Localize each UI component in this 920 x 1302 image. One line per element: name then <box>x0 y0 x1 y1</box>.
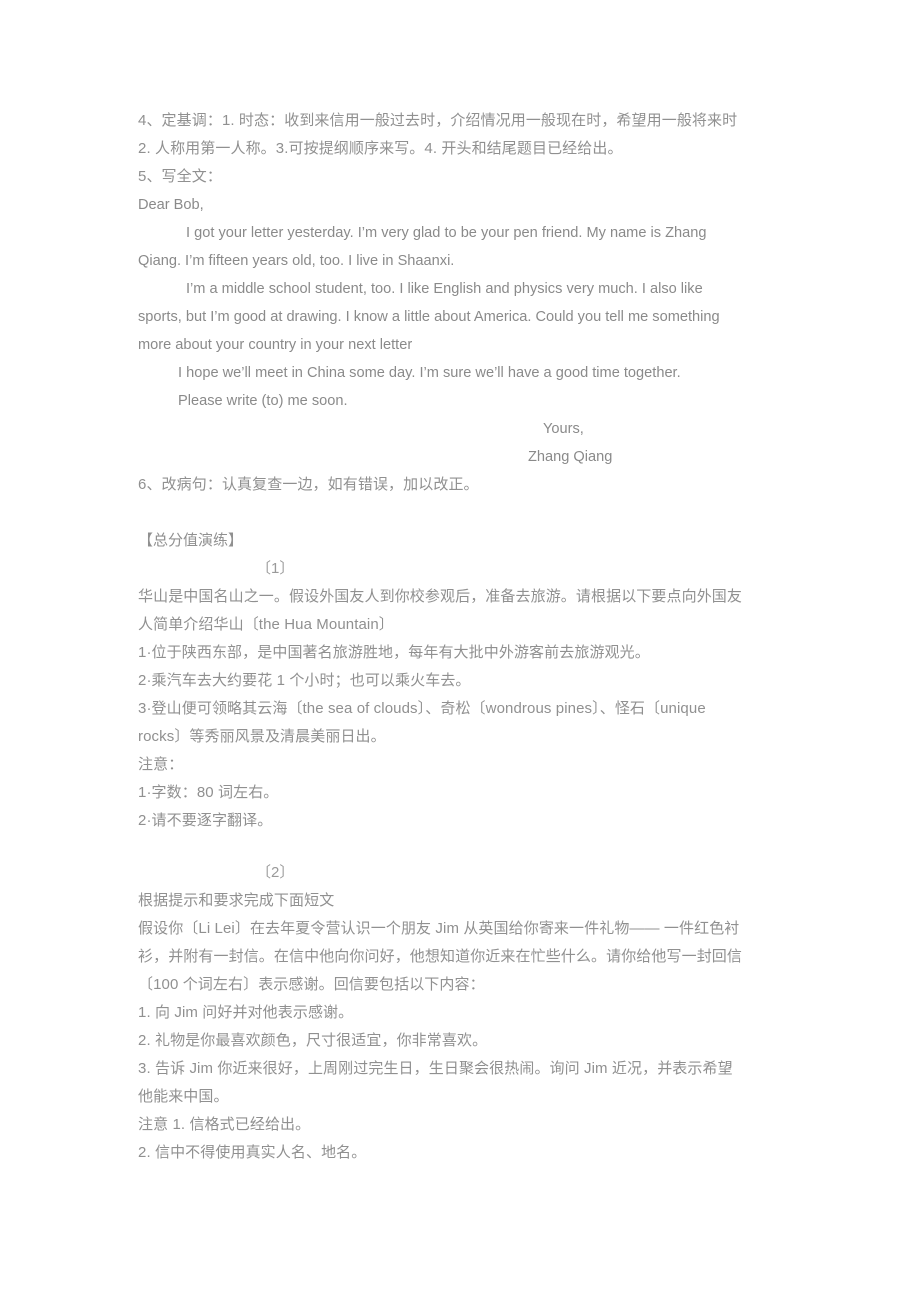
letter-para1-line1: I got your letter yesterday. I’m very gl… <box>186 225 707 241</box>
practice-heading: 【总分值演练】 <box>138 532 244 549</box>
proofreading-line: 6、改病句：认真复查一边，如有错误，加以改正。 <box>138 476 479 493</box>
letter-signature: Zhang Qiang <box>528 449 613 465</box>
exercise-2-body-line-1: 假设你〔Li Lei〕在去年夏令营认识一个朋友 Jim 从英国给你寄来一件礼物—… <box>138 920 740 937</box>
section-proofreading: 6、改病句：认真复查一边，如有错误，加以改正。 <box>138 471 920 499</box>
exercise-2-item-3-line-2: 他能来中国。 <box>138 1088 229 1105</box>
tips-line-2: 2. 人称用第一人称。3.可按提纲顺序来写。4. 开头和结尾题目已经给出。 <box>138 140 623 157</box>
exercise-2-body-line-2: 衫，并附有一封信。在信中他向你问好，他想知道你近来在忙些什么。请你给他写一封回信 <box>138 948 743 965</box>
tips-line-1: 4、定基调：1. 时态：收到来信用一般过去时，介绍情况用一般现在时，希望用一般将… <box>138 112 738 129</box>
exercise-2-body-line-2-row: 衫，并附有一封信。在信中他向你问好，他想知道你近来在忙些什么。请你给他写一封回信 <box>138 943 920 971</box>
exercise-1-point-2: 2·乘汽车去大约要花 1 个小时；也可以乘火车去。 <box>138 672 471 689</box>
section-writing-tips: 4、定基调：1. 时态：收到来信用一般过去时，介绍情况用一般现在时，希望用一般将… <box>138 107 920 191</box>
exercise-2-item-1: 1. 向 Jim 问好并对他表示感谢。 <box>138 1004 354 1021</box>
exercise-1-marker: 〔1〕 <box>256 560 295 577</box>
exercise-1-notes-label: 注意： <box>138 756 184 773</box>
document-page: 4、定基调：1. 时态：收到来信用一般过去时，介绍情况用一般现在时，希望用一般将… <box>0 0 920 1302</box>
letter-para2-line1: I’m a middle school student, too. I like… <box>186 281 703 297</box>
letter-para2-line3: more about your country in your next let… <box>138 337 413 353</box>
exercise-1-note-2: 2·请不要逐字翻译。 <box>138 812 273 829</box>
document-content: 4、定基调：1. 时态：收到来信用一般过去时，介绍情况用一般现在时，希望用一般将… <box>138 107 920 1167</box>
exercise-2-instruction: 根据提示和要求完成下面短文 <box>138 892 335 909</box>
letter-para4: Please write (to) me soon. <box>178 393 348 409</box>
exercise-2-item-2: 2. 礼物是你最喜欢颜色，尺寸很适宜，你非常喜欢。 <box>138 1032 488 1049</box>
letter-para3: I hope we’ll meet in China some day. I’m… <box>178 365 681 381</box>
exercise-2-body-line-1-row: 假设你〔Li Lei〕在去年夏令营认识一个朋友 Jim 从英国给你寄来一件礼物—… <box>138 915 920 943</box>
exercise-1-intro-line-2: 人简单介绍华山〔the Hua Mountain〕 <box>138 616 394 633</box>
sample-letter: Dear Bob, I got your letter yesterday. I… <box>138 191 920 471</box>
exercise-2: 〔2〕 根据提示和要求完成下面短文 假设你〔Li Lei〕在去年夏令营认识一个朋… <box>138 859 920 1167</box>
exercise-1-point-1: 1·位于陕西东部，是中国著名旅游胜地，每年有大批中外游客前去旅游观光。 <box>138 644 650 661</box>
letter-para1-line2: Qiang. I’m fifteen years old, too. I liv… <box>138 253 455 269</box>
letter-closing: Yours, <box>543 421 584 437</box>
exercise-2-body-line-3: 〔100 个词左右〕表示感谢。回信要包括以下内容： <box>138 976 485 993</box>
letter-salutation: Dear Bob, <box>138 197 204 213</box>
exercise-1-note-1: 1·字数：80 词左右。 <box>138 784 279 801</box>
tips-line-3: 5、写全文： <box>138 168 222 185</box>
exercise-1-point-3-line-2: rocks〕等秀丽风景及清晨美丽日出。 <box>138 728 386 745</box>
exercise-2-note-line-1: 注意 1. 信格式已经给出。 <box>138 1116 311 1133</box>
exercise-2-note-line-2: 2. 信中不得使用真实人名、地名。 <box>138 1144 367 1161</box>
exercise-1-point-3-line-1: 3·登山便可领略其云海〔the sea of clouds〕、奇松〔wondro… <box>138 700 706 717</box>
exercise-1: 〔1〕 华山是中国名山之一。假设外国友人到你校参观后，准备去旅游。请根据以下要点… <box>138 555 920 835</box>
exercise-2-item-3-line-1: 3. 告诉 Jim 你近来很好，上周刚过完生日，生日聚会很热闹。询问 Jim 近… <box>138 1060 733 1077</box>
exercise-1-intro-line-1: 华山是中国名山之一。假设外国友人到你校参观后，准备去旅游。请根据以下要点向外国友 <box>138 588 743 605</box>
letter-para2-line2: sports, but I’m good at drawing. I know … <box>138 309 720 325</box>
exercise-2-marker: 〔2〕 <box>256 864 295 881</box>
